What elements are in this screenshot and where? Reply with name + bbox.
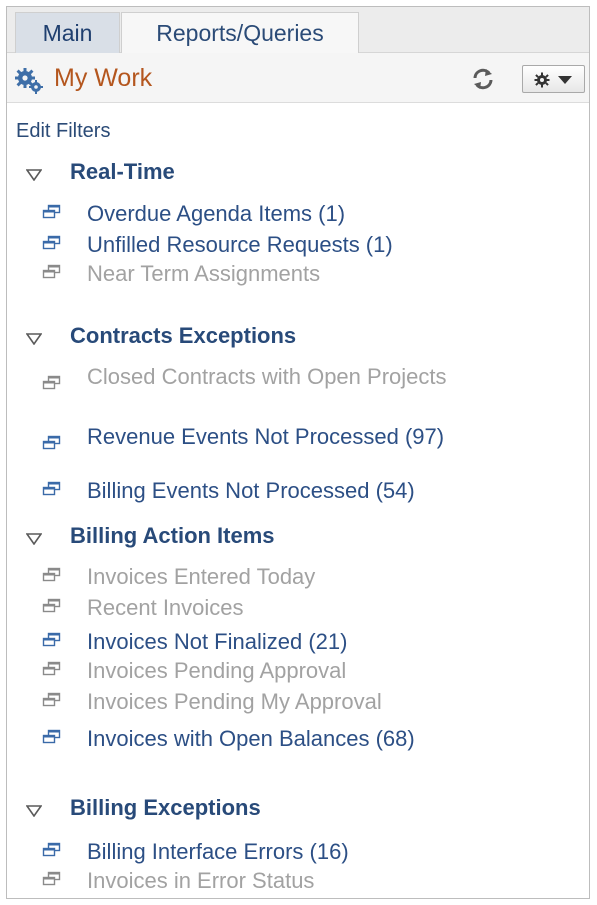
work-item-link[interactable]: Billing Interface Errors (16) <box>87 840 467 864</box>
work-item-link[interactable]: Invoices Not Finalized (21) <box>87 630 467 654</box>
tab-bar: Main Reports/Queries <box>7 7 589 53</box>
work-item-link: Invoices Pending Approval <box>87 658 347 683</box>
window-link-icon <box>42 481 61 496</box>
caret-down-icon <box>558 76 572 84</box>
window-link-icon <box>42 692 61 707</box>
work-item-link[interactable]: Revenue Events Not Processed (97) <box>87 425 447 449</box>
triangle-down-icon[interactable] <box>26 533 42 545</box>
gear-icon <box>534 72 550 88</box>
work-item-link[interactable]: Billing Events Not Processed (54) <box>87 479 467 503</box>
actions-menu-button[interactable] <box>522 65 585 93</box>
section-title[interactable]: Billing Action Items <box>70 523 275 549</box>
refresh-icon[interactable] <box>470 66 496 92</box>
work-item-link: Recent Invoices <box>87 595 244 620</box>
window-link-icon <box>42 375 61 390</box>
section-title[interactable]: Billing Exceptions <box>70 795 261 821</box>
window-link-icon <box>42 567 61 582</box>
triangle-down-icon[interactable] <box>26 805 42 817</box>
work-item-link: Invoices Pending My Approval <box>87 689 382 714</box>
window-link-icon <box>42 264 61 279</box>
gear-logo-icon <box>15 68 43 94</box>
window-link-icon <box>42 235 61 250</box>
my-work-pagelet: Main Reports/Queries My Work Edit Filter… <box>6 6 590 899</box>
section-title[interactable]: Contracts Exceptions <box>70 323 296 349</box>
work-item-link: Invoices Entered Today <box>87 564 316 589</box>
work-item-link[interactable]: Overdue Agenda Items (1) <box>87 202 467 226</box>
edit-filters-link[interactable]: Edit Filters <box>16 120 110 143</box>
pagelet-header: My Work <box>7 53 589 103</box>
page-title: My Work <box>54 64 153 92</box>
work-item-link: Invoices in Error Status <box>87 868 315 893</box>
work-item-link[interactable]: Invoices with Open Balances (68) <box>87 727 467 751</box>
window-link-icon <box>42 598 61 613</box>
tab-main[interactable]: Main <box>15 12 120 53</box>
window-link-icon <box>42 871 61 886</box>
window-link-icon <box>42 204 61 219</box>
window-link-icon <box>42 632 61 647</box>
window-link-icon <box>42 729 61 744</box>
work-item-link: Closed Contracts with Open Projects <box>87 364 447 389</box>
triangle-down-icon[interactable] <box>26 169 42 181</box>
triangle-down-icon[interactable] <box>26 333 42 345</box>
window-link-icon <box>42 842 61 857</box>
window-link-icon <box>42 661 61 676</box>
section-title[interactable]: Real-Time <box>70 159 175 185</box>
work-item-link[interactable]: Unfilled Resource Requests (1) <box>87 233 467 257</box>
window-link-icon <box>42 435 61 450</box>
tab-reports-queries[interactable]: Reports/Queries <box>121 12 359 53</box>
work-item-link: Near Term Assignments <box>87 261 321 286</box>
